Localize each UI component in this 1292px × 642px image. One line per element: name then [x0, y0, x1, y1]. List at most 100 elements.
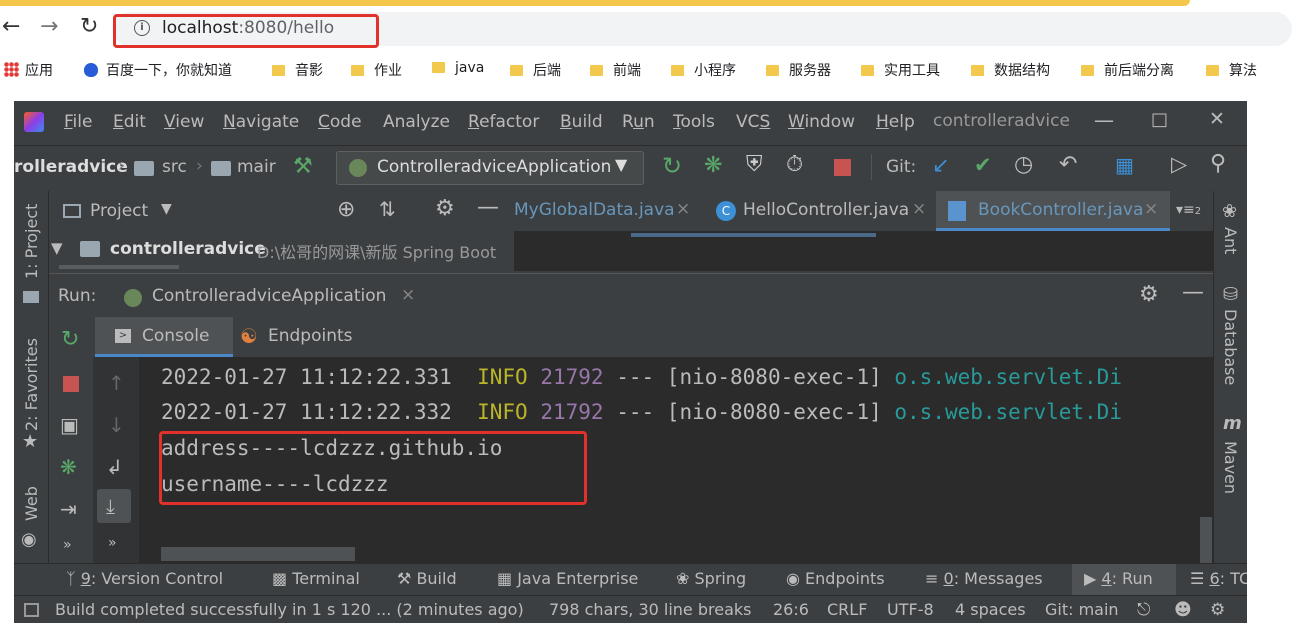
gear-icon[interactable]: ⚙: [435, 196, 455, 221]
breadcrumb-project[interactable]: rolleradvice: [14, 157, 128, 177]
bookmark-folder[interactable]: 实用工具: [861, 60, 940, 80]
tab-hello-controller[interactable]: HelloController.java: [743, 200, 909, 220]
close-tab-icon[interactable]: ×: [401, 285, 415, 305]
status-line-separator[interactable]: CRLF: [827, 600, 867, 619]
console-hscroll[interactable]: [161, 547, 355, 561]
menu-tools[interactable]: Tools: [673, 112, 715, 132]
menu-edit[interactable]: Edit: [113, 112, 146, 132]
tab-console[interactable]: > Console: [95, 317, 233, 357]
profiler-icon[interactable]: ⏱: [786, 152, 803, 177]
bookmark-baidu[interactable]: 百度一下，你就知道: [84, 60, 232, 80]
tool-database[interactable]: Database: [1221, 309, 1240, 385]
camera-icon[interactable]: ▣: [60, 413, 79, 437]
tab-overflow-icon[interactable]: ▾≡2: [1176, 202, 1201, 218]
maximize-icon[interactable]: □: [1151, 109, 1168, 130]
tool-web[interactable]: Web: [22, 486, 41, 521]
menu-view[interactable]: View: [164, 112, 204, 132]
bookmark-folder[interactable]: 音影: [272, 60, 323, 80]
bookmark-folder[interactable]: 小程序: [671, 60, 736, 80]
collapse-all-icon[interactable]: ⇅: [379, 197, 396, 221]
more-icon[interactable]: »: [108, 535, 117, 551]
tool-build[interactable]: ⚒ Build: [397, 569, 457, 588]
bookmark-folder[interactable]: 作业: [351, 60, 402, 80]
build-hammer-icon[interactable]: ⚒: [293, 154, 313, 179]
bookmark-apps[interactable]: 应用: [4, 60, 53, 80]
project-panel-title[interactable]: Project: [90, 201, 148, 221]
close-tab-icon[interactable]: ×: [912, 199, 926, 219]
tool-version-control[interactable]: ᛉ 9: Version Control: [66, 569, 223, 588]
locate-target-icon[interactable]: ⊕: [337, 197, 355, 222]
tool-messages[interactable]: ≡ 0: Messages: [925, 569, 1043, 588]
git-commit-icon[interactable]: ✔: [974, 153, 992, 177]
run-config-selector[interactable]: ControlleradviceApplication ▼: [336, 151, 644, 185]
editor-hscroll[interactable]: [631, 233, 876, 237]
tool-spring[interactable]: ❀ Spring: [676, 569, 746, 588]
status-indent[interactable]: 4 spaces: [955, 600, 1026, 619]
breadcrumb-main[interactable]: mair: [237, 157, 276, 177]
stop-icon[interactable]: [63, 376, 79, 392]
bookmark-folder[interactable]: 后端: [510, 60, 561, 80]
reload-icon[interactable]: ↻: [80, 14, 98, 39]
bookmark-folder[interactable]: 前端: [590, 60, 641, 80]
tool-windows-icon[interactable]: [24, 603, 39, 617]
coverage-shield-icon[interactable]: ⛨: [746, 152, 763, 177]
more-icon[interactable]: »: [63, 537, 72, 553]
debug-bug-icon[interactable]: ❋: [704, 153, 722, 178]
bookmark-folder[interactable]: 服务器: [766, 60, 831, 80]
close-tab-icon[interactable]: ×: [1144, 199, 1158, 219]
editor-area[interactable]: [514, 232, 1213, 271]
back-arrow-icon[interactable]: ←: [2, 14, 20, 39]
vscroll-thumb[interactable]: [1200, 517, 1212, 563]
scroll-to-end-toggle[interactable]: ⤓: [97, 489, 131, 523]
tool-endpoints[interactable]: ◉ Endpoints: [786, 569, 885, 588]
dropdown-arrow-icon[interactable]: ▼: [161, 201, 172, 217]
console-vscroll[interactable]: [1199, 357, 1213, 563]
menu-vcs[interactable]: VCS: [736, 112, 770, 132]
tool-java-enterprise[interactable]: ▦ Java Enterprise: [497, 569, 638, 588]
run-tab-config[interactable]: ControlleradviceApplication: [152, 286, 386, 306]
tree-root-name[interactable]: controlleradvice: [110, 239, 266, 259]
menu-analyze[interactable]: Analyze: [383, 112, 450, 132]
tool-run[interactable]: ▶ 4: Run: [1072, 564, 1176, 596]
menu-run[interactable]: Run: [622, 112, 655, 132]
menu-build[interactable]: Build: [560, 112, 603, 132]
bookmark-folder[interactable]: java: [432, 60, 484, 76]
tree-hscroll[interactable]: [59, 265, 179, 269]
hide-panel-icon[interactable]: —: [1182, 280, 1204, 305]
scroll-up-icon[interactable]: ↑: [108, 371, 125, 395]
exit-icon[interactable]: ⇥: [60, 497, 77, 521]
tree-expand-icon[interactable]: ▼: [51, 239, 63, 257]
breadcrumb-src[interactable]: src: [162, 157, 187, 177]
status-message[interactable]: Build completed successfully in 1 s 120 …: [55, 600, 524, 619]
gear-icon[interactable]: ⚙: [1139, 282, 1159, 307]
menu-window[interactable]: Window: [788, 112, 855, 132]
stop-icon[interactable]: [834, 159, 851, 176]
bookmark-folder[interactable]: 数据结构: [971, 60, 1050, 80]
status-git-branch[interactable]: Git: main: [1045, 600, 1119, 619]
event-log-icon[interactable]: ⚙: [1210, 600, 1225, 620]
lock-icon[interactable]: ⎋: [1137, 600, 1150, 620]
scroll-down-icon[interactable]: ↓: [108, 413, 125, 437]
menu-refactor[interactable]: Refactor: [468, 112, 539, 132]
terminal-run-icon[interactable]: ▷: [1171, 152, 1187, 176]
hide-panel-icon[interactable]: —: [477, 195, 499, 220]
close-icon[interactable]: ✕: [1209, 108, 1225, 130]
tab-book-controller[interactable]: BookController.java ×: [936, 191, 1170, 231]
git-rollback-icon[interactable]: ↶: [1059, 152, 1077, 177]
tab-my-global-data[interactable]: MyGlobalData.java: [514, 200, 675, 220]
status-encoding[interactable]: UTF-8: [887, 600, 934, 619]
tool-project[interactable]: 1: Project: [22, 204, 41, 279]
tool-terminal[interactable]: ▩ Terminal: [272, 569, 360, 588]
debug-bug-icon[interactable]: ❋: [60, 455, 77, 479]
search-icon[interactable]: ⚲: [1210, 151, 1226, 176]
rerun-icon[interactable]: ↻: [61, 327, 79, 352]
bookmark-folder[interactable]: 算法: [1206, 60, 1257, 80]
rerun-icon[interactable]: ↻: [662, 152, 682, 180]
menu-code[interactable]: Code: [318, 112, 362, 132]
close-tab-icon[interactable]: ×: [676, 199, 690, 219]
inspector-icon[interactable]: ☻: [1174, 600, 1192, 620]
tab-endpoints[interactable]: Endpoints: [268, 326, 353, 346]
tool-maven[interactable]: Maven: [1221, 441, 1240, 494]
bookmark-folder[interactable]: 前后端分离: [1081, 60, 1174, 80]
menu-navigate[interactable]: Navigate: [223, 112, 299, 132]
